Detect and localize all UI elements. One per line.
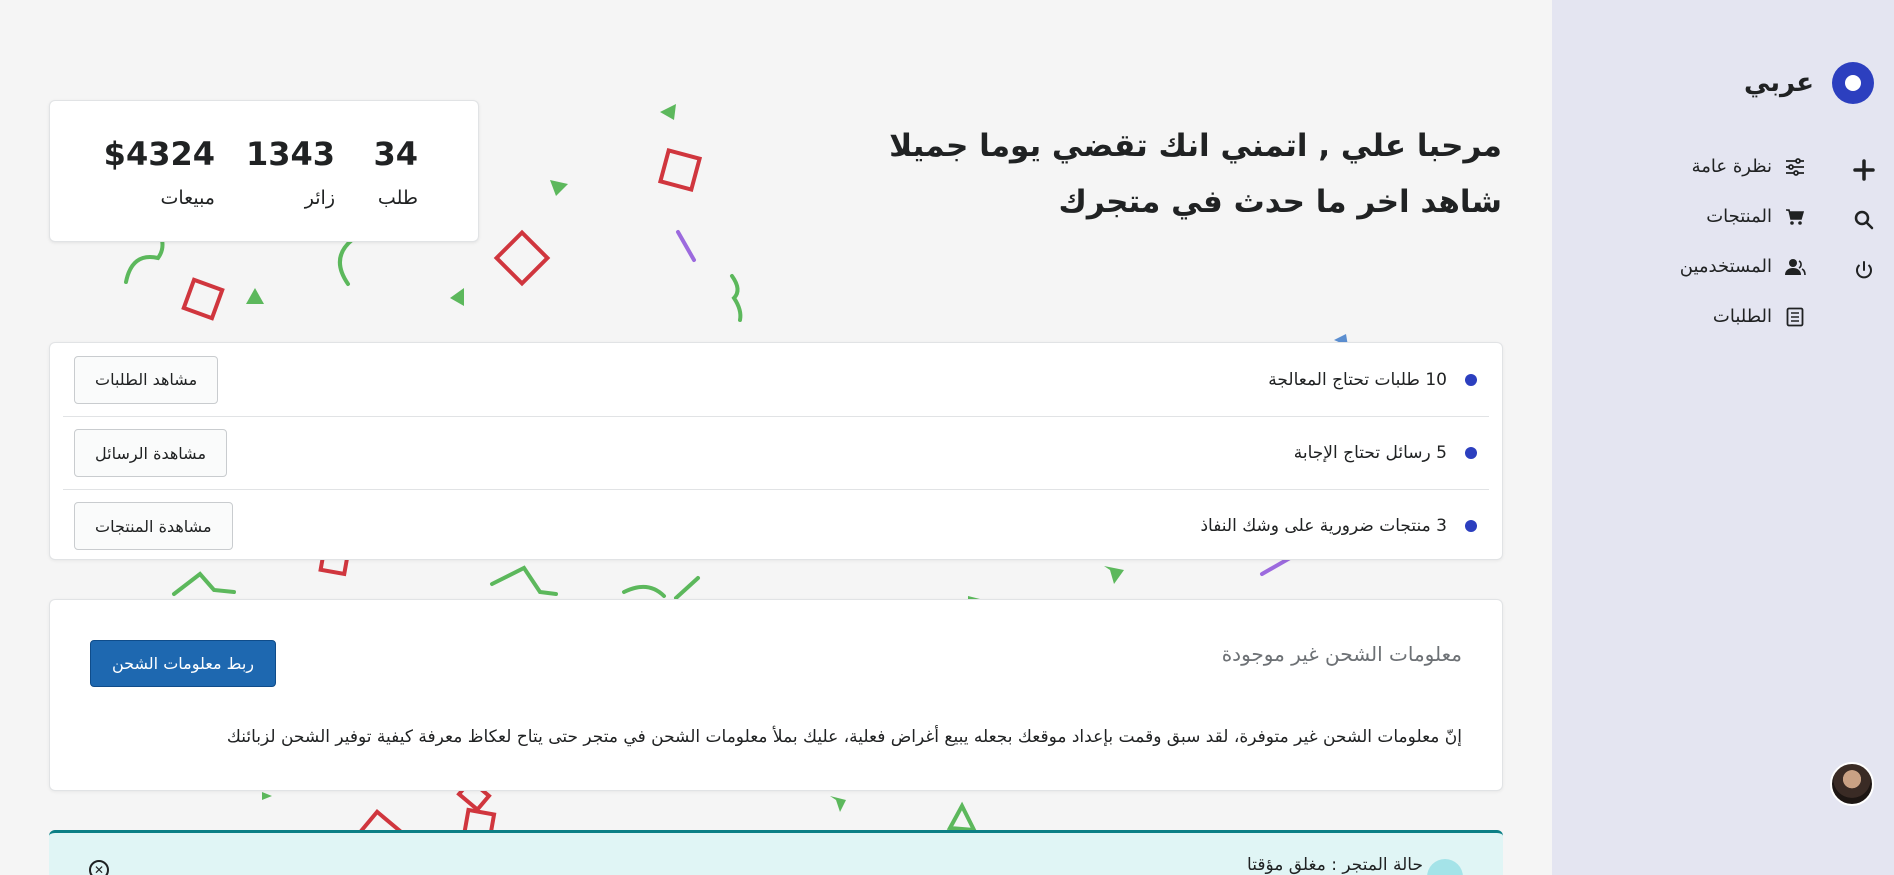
close-icon[interactable]: ✕ — [89, 860, 109, 875]
sidebar-item-label: نظرة عامة — [1691, 156, 1772, 177]
stat-label: مبيعات — [160, 187, 216, 209]
brand[interactable]: عربي — [1744, 62, 1874, 104]
tasks-card: مشاهد الطلبات 10 طلبات تحتاج المعالجة مش… — [49, 342, 1503, 560]
task-item: 5 رسائل تحتاج الإجابة — [1294, 443, 1489, 463]
bullet-icon — [1465, 373, 1477, 386]
task-row: مشاهدة المنتجات 3 منتجات ضرورية على وشك … — [63, 489, 1489, 562]
store-status-banner: حالة المتجر : مغلق مؤقتا ✕ — [49, 830, 1503, 875]
search-button[interactable] — [1850, 206, 1878, 234]
task-item: 10 طلبات تحتاج المعالجة — [1268, 370, 1489, 390]
banner-text: حالة المتجر : مغلق مؤقتا — [1247, 855, 1423, 875]
brand-name: عربي — [1743, 68, 1814, 98]
sidebar-item-label: المنتجات — [1706, 206, 1772, 227]
main-content: مرحبا علي , اتمني انك تقضي يوما جميلا شا… — [0, 0, 1552, 875]
sliders-icon — [1784, 156, 1806, 178]
sidebar-nav: نظرة عامة المنتجات المستخدمين الطلبات — [1680, 154, 1806, 329]
stat-visitors: 1343 زائر — [246, 135, 335, 209]
circle-logo-icon — [1832, 62, 1874, 104]
shipping-title: معلومات الشحن غير موجودة — [1221, 642, 1462, 666]
sidebar-item-overview[interactable]: نظرة عامة — [1680, 154, 1806, 179]
greeting-line-2: شاهد اخر ما حدث في متجرك — [1058, 184, 1502, 220]
sidebar-item-label: المستخدمين — [1679, 256, 1772, 277]
stat-value: 34 — [373, 135, 418, 173]
view-messages-button[interactable]: مشاهدة الرسائل — [74, 429, 228, 477]
task-text: 3 منتجات ضرورية على وشك النفاذ — [1200, 516, 1447, 536]
sidebar-item-products[interactable]: المنتجات — [1680, 204, 1806, 229]
view-products-button[interactable]: مشاهدة المنتجات — [74, 502, 233, 550]
stats-card: 34 طلب 1343 زائر $4324 مبيعات — [49, 100, 479, 242]
sidebar-item-label: الطلبات — [1712, 306, 1772, 327]
task-text: 10 طلبات تحتاج المعالجة — [1268, 369, 1447, 390]
task-item: 3 منتجات ضرورية على وشك النفاذ — [1200, 516, 1489, 536]
sidebar-actions — [1850, 156, 1878, 284]
document-icon — [1784, 306, 1806, 328]
shipping-card: معلومات الشحن غير موجودة ربط معلومات الش… — [49, 599, 1503, 791]
store-icon — [1427, 859, 1463, 875]
sidebar-item-users[interactable]: المستخدمين — [1680, 254, 1806, 279]
stat-orders: 34 طلب — [373, 135, 418, 209]
logout-button[interactable] — [1850, 256, 1878, 284]
view-orders-button[interactable]: مشاهد الطلبات — [74, 355, 219, 404]
stat-sales: $4324 مبيعات — [104, 135, 215, 209]
bullet-icon — [1465, 447, 1477, 459]
plus-icon — [1853, 159, 1875, 181]
sidebar: عربي نظرة عامة المنتجات المستخدمين الطلب… — [1552, 0, 1894, 875]
shipping-description: إنّ معلومات الشحن غير متوفرة، لقد سبق وق… — [226, 727, 1462, 747]
stat-label: زائر — [304, 187, 335, 209]
add-button[interactable] — [1850, 156, 1878, 184]
stat-value: $4324 — [103, 135, 215, 173]
avatar[interactable] — [1830, 762, 1874, 806]
stat-value: 1343 — [245, 135, 335, 173]
users-icon — [1784, 256, 1806, 278]
welcome-message: مرحبا علي , اتمني انك تقضي يوما جميلا شا… — [889, 118, 1502, 230]
connect-shipping-button[interactable]: ربط معلومات الشحن — [90, 640, 276, 687]
task-row: مشاهد الطلبات 10 طلبات تحتاج المعالجة — [63, 343, 1489, 416]
task-row: مشاهدة الرسائل 5 رسائل تحتاج الإجابة — [63, 416, 1489, 489]
cart-icon — [1784, 206, 1806, 228]
sidebar-item-orders[interactable]: الطلبات — [1680, 304, 1806, 329]
search-icon — [1854, 210, 1874, 230]
bullet-icon — [1465, 520, 1477, 532]
task-text: 5 رسائل تحتاج الإجابة — [1293, 443, 1447, 463]
power-icon — [1856, 261, 1872, 279]
greeting-line-1: مرحبا علي , اتمني انك تقضي يوما جميلا — [889, 128, 1502, 164]
stat-label: طلب — [377, 187, 418, 209]
